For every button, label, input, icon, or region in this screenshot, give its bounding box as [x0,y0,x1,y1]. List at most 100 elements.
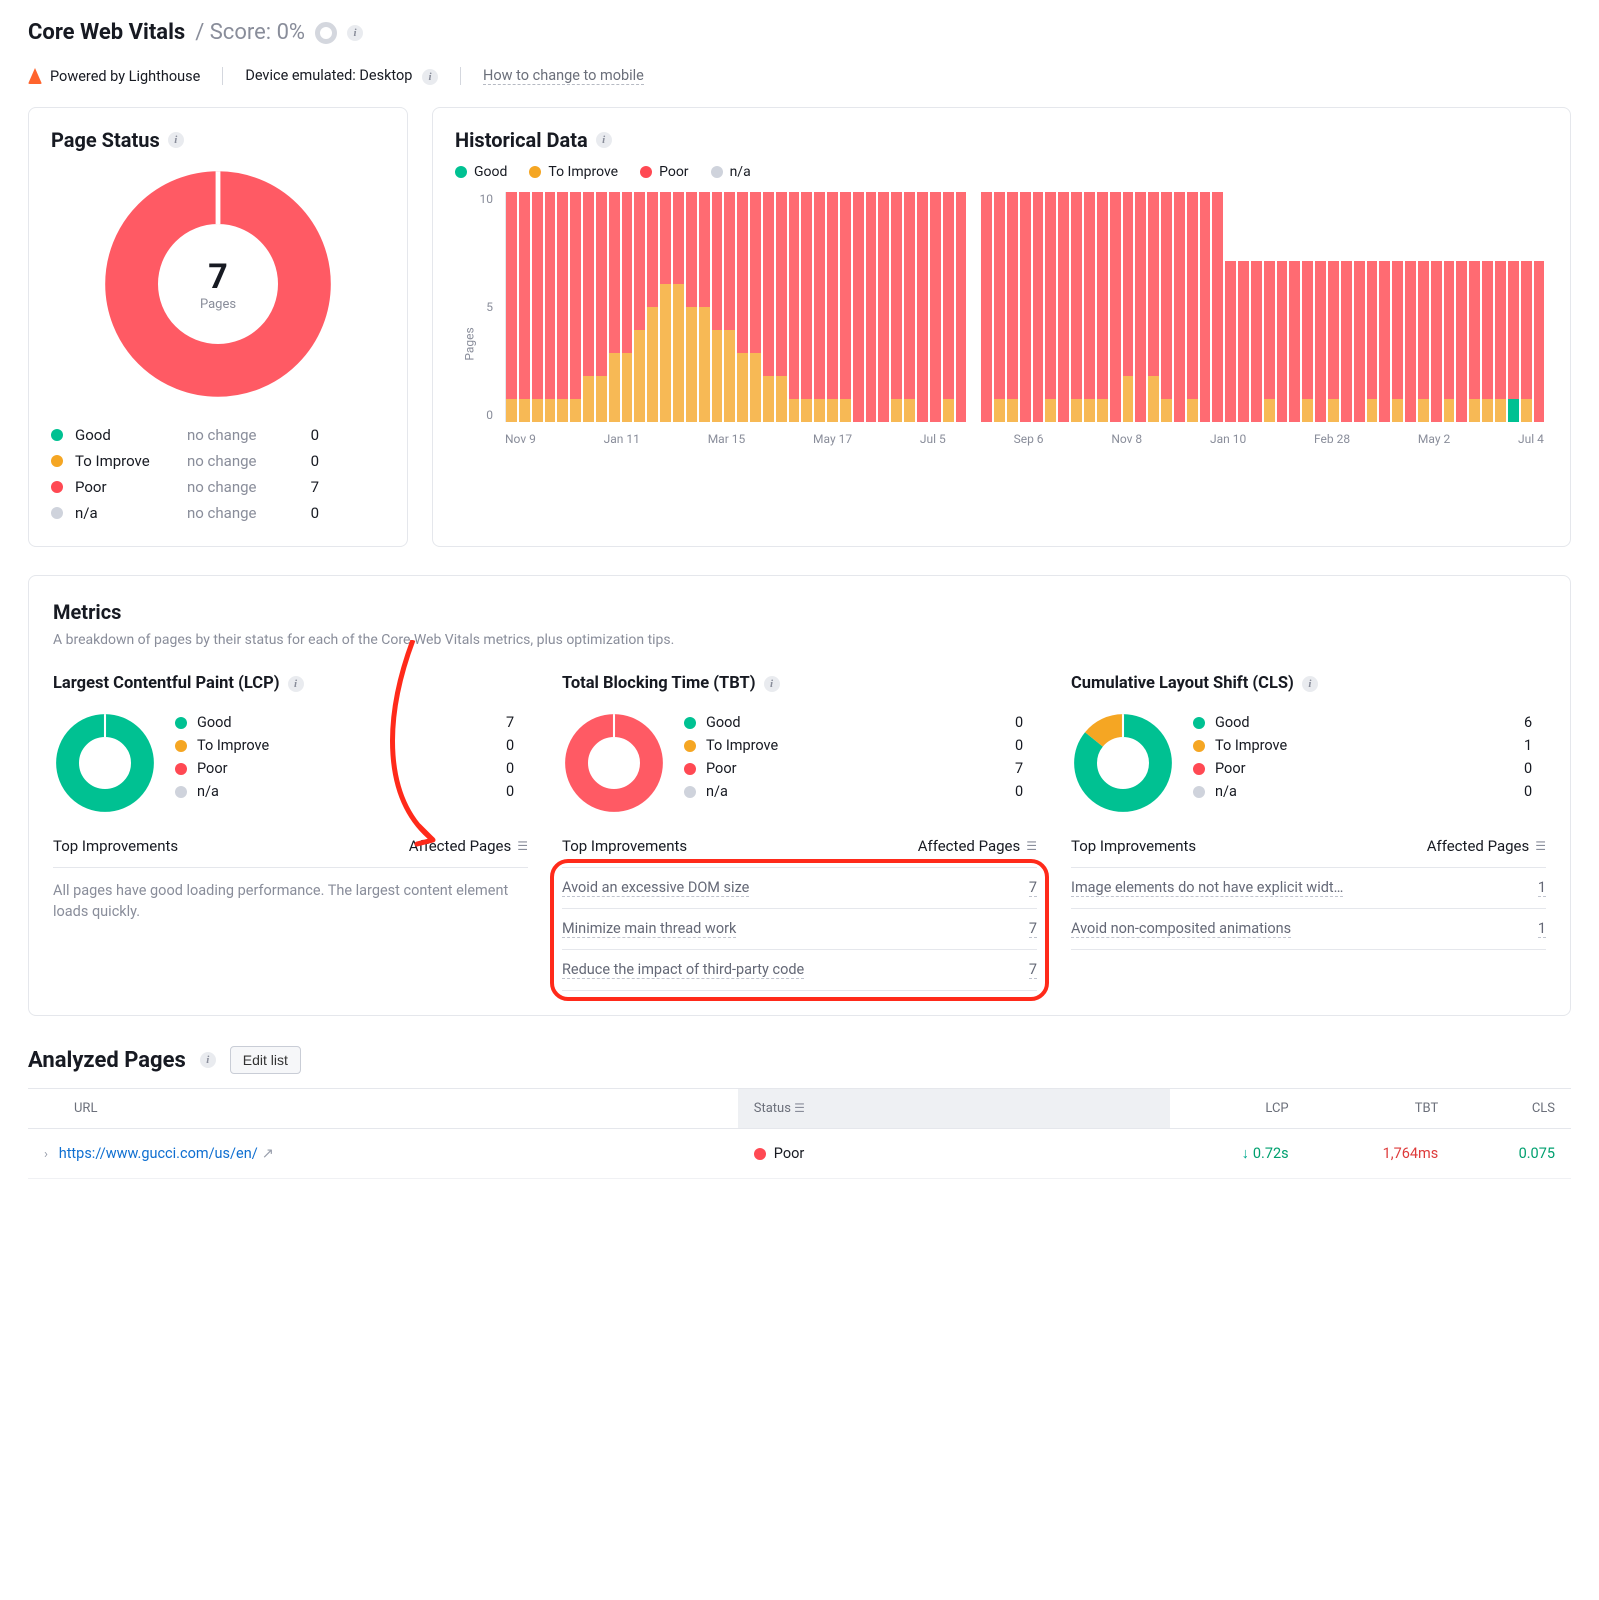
improvement-row[interactable]: Reduce the impact of third-party code 7 [562,950,1037,991]
affected-count[interactable]: 7 [1029,920,1037,938]
info-icon[interactable]: i [422,69,438,85]
historical-chart[interactable]: Pages 10 5 0 Nov 9Jan 11Mar 15May 17Jul … [455,192,1548,482]
chart-bar[interactable] [1264,261,1275,422]
chart-bar[interactable] [583,192,594,422]
chart-bar[interactable] [1200,192,1211,422]
chart-bar[interactable] [1123,192,1134,422]
chart-bar[interactable] [878,192,889,422]
chart-bar[interactable] [801,192,812,422]
chart-bar[interactable] [827,192,838,422]
info-icon[interactable]: i [168,132,184,148]
improvement-name[interactable]: Avoid an excessive DOM size [562,879,749,897]
chart-bar[interactable] [776,192,787,422]
chart-bar[interactable] [1508,261,1519,422]
chart-bar[interactable] [673,192,684,422]
chart-bar[interactable] [1007,192,1018,422]
chart-bar[interactable] [956,192,967,422]
chart-bar[interactable] [1328,261,1339,422]
chart-bar[interactable] [1277,261,1288,422]
info-icon[interactable]: i [288,676,304,692]
table-row[interactable]: › https://www.gucci.com/us/en/↗ Poor ↓0.… [28,1129,1571,1179]
chart-bar[interactable] [519,192,530,422]
edit-list-button[interactable]: Edit list [230,1046,301,1074]
chart-bar[interactable] [1379,261,1390,422]
info-icon[interactable]: i [764,676,780,692]
chart-bar[interactable] [1482,261,1493,422]
col-url[interactable]: URL [74,1101,97,1116]
chart-bar[interactable] [1251,261,1262,422]
improvement-row[interactable]: Avoid non-composited animations 1 [1071,909,1546,950]
chart-bar[interactable] [917,192,928,422]
chart-bar[interactable] [532,192,543,422]
chart-bar[interactable] [570,192,581,422]
info-icon[interactable]: i [347,25,363,41]
external-link-icon[interactable]: ↗ [262,1145,274,1162]
chart-bar[interactable] [1238,261,1249,422]
chart-bar[interactable] [1367,261,1378,422]
chart-bar[interactable] [1071,192,1082,422]
chart-bar[interactable] [904,192,915,422]
chart-bar[interactable] [891,192,902,422]
col-lcp[interactable]: LCP [1265,1101,1288,1116]
chart-bar[interactable] [1225,261,1236,422]
chart-bar[interactable] [1315,261,1326,422]
chart-bar[interactable] [930,192,941,422]
chart-bar[interactable] [1431,261,1442,422]
col-status[interactable]: Status [754,1101,791,1116]
chart-bar[interactable] [1135,192,1146,422]
sort-icon[interactable]: ☰ [1535,839,1546,853]
chart-bar[interactable] [1187,192,1198,422]
chart-bar[interactable] [1456,261,1467,422]
chart-bar[interactable] [1392,261,1403,422]
chart-bar[interactable] [1521,261,1532,422]
info-icon[interactable]: i [200,1052,216,1068]
info-icon[interactable]: i [596,132,612,148]
how-to-mobile-link[interactable]: How to change to mobile [483,67,644,85]
chart-bar[interactable] [1148,192,1159,422]
chart-bar[interactable] [1084,192,1095,422]
chart-bar[interactable] [609,192,620,422]
chart-bar[interactable] [750,192,761,422]
chart-bar[interactable] [1174,192,1185,422]
chart-bar[interactable] [737,192,748,422]
chart-bar[interactable] [1354,261,1365,422]
chart-bar[interactable] [622,192,633,422]
chart-bar[interactable] [1110,192,1121,422]
improvement-row[interactable]: Minimize main thread work 7 [562,909,1037,950]
chart-bar[interactable] [866,192,877,422]
info-icon[interactable]: i [1302,676,1318,692]
chart-bar[interactable] [853,192,864,422]
chart-bar[interactable] [1534,261,1545,422]
affected-count[interactable]: 1 [1538,920,1546,938]
sort-icon[interactable]: ☰ [1026,839,1037,853]
chart-bar[interactable] [596,192,607,422]
improvement-name[interactable]: Reduce the impact of third-party code [562,961,804,979]
chart-bar[interactable] [1097,192,1108,422]
improvement-row[interactable]: Avoid an excessive DOM size7 [562,868,1037,909]
chart-bar[interactable] [1495,261,1506,422]
chart-bar[interactable] [506,192,517,422]
chart-bar[interactable] [763,192,774,422]
chart-bar[interactable] [545,192,556,422]
chart-bar[interactable] [789,192,800,422]
sort-icon[interactable]: ☰ [517,839,528,853]
improvement-name[interactable]: Minimize main thread work [562,920,736,938]
improvement-name[interactable]: Avoid non-composited animations [1071,920,1291,938]
chart-bar[interactable] [981,192,992,422]
col-cls[interactable]: CLS [1532,1101,1555,1116]
chart-bar[interactable] [634,192,645,422]
chart-bar[interactable] [1161,192,1172,422]
chart-bar[interactable] [686,192,697,422]
chart-bar[interactable] [699,192,710,422]
chart-bar[interactable] [1289,261,1300,422]
affected-count[interactable]: 7 [1029,961,1037,979]
chart-bar[interactable] [1444,261,1455,422]
chart-bar[interactable] [840,192,851,422]
improvement-row[interactable]: Image elements do not have explicit widt… [1071,868,1546,909]
affected-count[interactable]: 1 [1538,879,1546,897]
chart-bar[interactable] [1058,192,1069,422]
chart-bar[interactable] [1212,192,1223,422]
chart-bar[interactable] [1302,261,1313,422]
chart-bar[interactable] [647,192,658,422]
chart-bar[interactable] [1469,261,1480,422]
